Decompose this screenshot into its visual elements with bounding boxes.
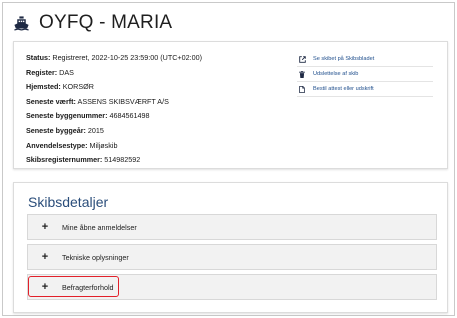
info-label: Hjemsted: — [26, 82, 61, 92]
trash-icon — [297, 70, 307, 78]
document-icon — [297, 85, 307, 93]
action-label: Udslettelse af skib — [313, 71, 359, 77]
ship-icon — [13, 14, 31, 32]
page-title: OYFQ - MARIA — [39, 12, 173, 33]
accordion-label: Tekniske oplysninger — [62, 252, 129, 262]
info-skibsregisternummer: Skibsregisternummer: 514982592 — [26, 153, 202, 168]
info-byggenummer: Seneste byggenummer: 4684561498 — [26, 109, 202, 124]
page-header: OYFQ - MARIA — [13, 11, 172, 35]
ship-details-card: Skibsdetaljer + Mine åbne anmeldelser + … — [13, 182, 448, 313]
plus-icon: + — [41, 280, 49, 293]
ship-info-list: Status: Registreret, 2022-10-25 23:59:00… — [26, 51, 202, 168]
info-value: Miljøskib — [87, 140, 118, 150]
info-label: Skibsregisternummer: — [26, 155, 103, 165]
accordion-label: Mine åbne anmeldelser — [62, 222, 137, 232]
page-frame: OYFQ - MARIA Status: Registreret, 2022-1… — [2, 2, 455, 316]
info-value: DAS — [57, 67, 74, 77]
action-label: Se skibet på Skibsbladet — [313, 56, 375, 62]
info-value: 2015 — [85, 125, 104, 135]
info-hjemsted: Hjemsted: KORSØR — [26, 80, 202, 95]
accordion-label: Befragterforhold — [62, 282, 114, 292]
ship-actions: Se skibet på Skibsbladet Udslettelse af … — [297, 52, 433, 97]
accordion-tekniske-oplysninger[interactable]: + Tekniske oplysninger — [27, 244, 437, 270]
order-certificate-link[interactable]: Bestil attest eller udskrift — [297, 82, 433, 97]
accordion-mine-aabne-anmeldelser[interactable]: + Mine åbne anmeldelser — [27, 214, 437, 240]
info-value: Registreret, 2022-10-25 23:59:00 (UTC+02… — [50, 53, 202, 62]
info-label: Seneste byggeår: — [26, 125, 86, 135]
info-label: Status: — [26, 53, 51, 62]
info-value: 514982592 — [102, 155, 141, 165]
section-title: Skibsdetaljer — [28, 194, 109, 210]
info-label: Seneste værft: — [26, 96, 76, 106]
ship-info-card: Status: Registreret, 2022-10-25 23:59:00… — [13, 41, 448, 169]
info-label: Seneste byggenummer: — [26, 111, 108, 121]
info-label: Anvendelsestype: — [26, 140, 88, 150]
action-label: Bestil attest eller udskrift — [313, 86, 374, 92]
info-value: ASSENS SKIBSVÆRFT A/S — [75, 96, 169, 106]
view-on-skibsbladet-link[interactable]: Se skibet på Skibsbladet — [297, 52, 433, 67]
delete-ship-link[interactable]: Udslettelse af skib — [297, 67, 433, 82]
external-link-icon — [297, 55, 307, 63]
plus-icon: + — [41, 250, 49, 263]
info-status: Status: Registreret, 2022-10-25 23:59:00… — [26, 51, 202, 66]
plus-icon: + — [41, 220, 49, 233]
info-byggeaar: Seneste byggeår: 2015 — [26, 124, 202, 139]
info-value: KORSØR — [60, 82, 94, 92]
info-register: Register: DAS — [26, 66, 202, 81]
info-label: Register: — [26, 67, 58, 77]
info-vaerft: Seneste værft: ASSENS SKIBSVÆRFT A/S — [26, 95, 202, 110]
info-value: 4684561498 — [107, 111, 150, 121]
accordion-befragterforhold[interactable]: + Befragterforhold — [27, 274, 437, 300]
info-anvendelsestype: Anvendelsestype: Miljøskib — [26, 139, 202, 154]
